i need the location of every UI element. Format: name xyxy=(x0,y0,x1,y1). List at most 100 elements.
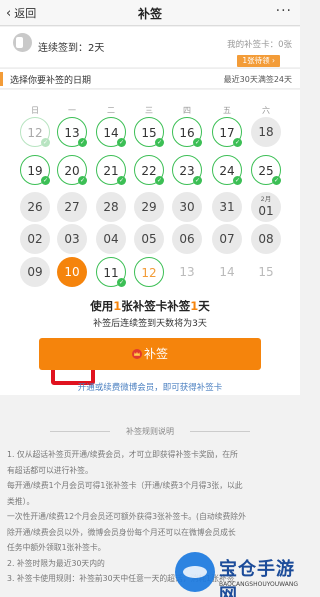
day-number: 14 xyxy=(103,126,119,140)
day-number: 25 xyxy=(258,164,274,178)
weekday-label: 四 xyxy=(183,106,191,115)
day-number: 04 xyxy=(103,232,119,246)
day-number: 17 xyxy=(219,126,235,140)
calendar-day-0-5[interactable]: 17 ✓ xyxy=(212,117,242,147)
calendar-day-0-1[interactable]: 13 ✓ xyxy=(57,117,87,147)
day-number: 27 xyxy=(64,200,80,214)
calendar-day-2-0[interactable]: 26 xyxy=(20,192,50,222)
calendar-day-1-0[interactable]: 19 ✓ xyxy=(20,155,50,185)
calendar-day-4-4[interactable]: 13 xyxy=(172,257,202,287)
calendar-day-1-2[interactable]: 21 ✓ xyxy=(96,155,126,185)
calendar-day-2-6[interactable]: 2月 01 xyxy=(251,192,281,222)
day-number: 11 xyxy=(103,266,119,280)
streak-text: 连续签到：2天 xyxy=(38,43,105,54)
calendar-day-0-2[interactable]: 14 ✓ xyxy=(96,117,126,147)
calendar-day-3-3[interactable]: 05 xyxy=(134,224,164,254)
calendar-day-4-3[interactable]: 12 xyxy=(134,257,164,287)
calendar-day-1-5[interactable]: 24 ✓ xyxy=(212,155,242,185)
day-number: 21 xyxy=(103,164,119,178)
calendar-day-3-1[interactable]: 03 xyxy=(57,224,87,254)
calendar-day-4-0[interactable]: 09 xyxy=(20,257,50,287)
rule-line: 类推）。 xyxy=(7,496,35,506)
calendar-day-2-5[interactable]: 31 xyxy=(212,192,242,222)
day-number: 13 xyxy=(179,265,195,279)
calendar-day-4-5[interactable]: 14 xyxy=(212,257,242,287)
day-number: 24 xyxy=(219,164,235,178)
rule-line: 有超话都可以进行补签。 xyxy=(7,465,93,475)
watermark: 宝仓手游网 BAOCANGSHOUYOUWANG xyxy=(175,552,300,597)
check-icon: ✓ xyxy=(233,176,242,185)
calendar-day-3-2[interactable]: 04 xyxy=(96,224,126,254)
calendar-day-1-3[interactable]: 22 ✓ xyxy=(134,155,164,185)
more-icon[interactable]: ··· xyxy=(276,3,292,19)
accent-bar xyxy=(0,72,3,86)
vip-link[interactable]: 开通或续费微博会员，即可获得补签卡 xyxy=(0,381,300,393)
day-number: 15 xyxy=(141,126,157,140)
calendar-day-3-6[interactable]: 08 xyxy=(251,224,281,254)
check-icon: ✓ xyxy=(155,176,164,185)
calendar-day-2-4[interactable]: 30 xyxy=(172,192,202,222)
rule-line: 一次性开通/续费12个月会员还可额外获得3张补签卡。(自动续费除外 xyxy=(7,512,246,521)
day-number: 09 xyxy=(27,265,43,279)
calendar-day-0-6[interactable]: 18 xyxy=(251,117,281,147)
status-panel: 连续签到：2天 我的补签卡：0张 1张待领 › xyxy=(0,27,300,67)
calendar-day-3-0[interactable]: 02 xyxy=(20,224,50,254)
use-summary: 使用1张补签卡补签1天 xyxy=(0,298,300,314)
calendar-day-1-6[interactable]: 25 ✓ xyxy=(251,155,281,185)
calendar-day-1-1[interactable]: 20 ✓ xyxy=(57,155,87,185)
day-number: 23 xyxy=(179,164,195,178)
rules-title: 补签规则说明 xyxy=(0,426,300,437)
watermark-name: 宝仓手游网 xyxy=(219,559,295,597)
day-number: 10 xyxy=(64,265,80,279)
check-icon: ✓ xyxy=(272,176,281,185)
calendar-day-4-2[interactable]: 11 ✓ xyxy=(96,257,126,287)
day-number: 12 xyxy=(27,126,43,140)
day-number: 12 xyxy=(141,266,157,280)
resign-button[interactable]: 补签 xyxy=(39,338,261,370)
watermark-url: BAOCANGSHOUYOUWANG xyxy=(219,581,299,588)
calendar-day-3-5[interactable]: 07 xyxy=(212,224,242,254)
use-pre: 使用 xyxy=(90,299,114,313)
avatar xyxy=(13,33,32,52)
after-text: 补签后连续签到天数将为3天 xyxy=(93,319,207,329)
weekday-label: 一 xyxy=(68,106,76,115)
check-icon: ✓ xyxy=(155,138,164,147)
calendar-day-0-4[interactable]: 16 ✓ xyxy=(172,117,202,147)
calendar-day-4-6[interactable]: 15 xyxy=(251,257,281,287)
day-number: 03 xyxy=(64,232,80,246)
pending-card-button[interactable]: 1张待领 › xyxy=(237,55,280,67)
nav-bar: ‹ 返回 补签 ··· xyxy=(0,0,300,26)
day-number: 16 xyxy=(179,126,195,140)
weekday-label: 日 xyxy=(31,106,39,115)
day-number: 14 xyxy=(219,265,235,279)
resign-button-label: 补签 xyxy=(143,347,168,361)
check-icon: ✓ xyxy=(41,176,50,185)
rule-line: 除开通/续费会员以外，微博会员身份每个月还可以在微博会员成长 xyxy=(7,527,236,537)
day-number: 13 xyxy=(64,126,80,140)
check-icon: ✓ xyxy=(41,138,50,147)
calendar-day-3-4[interactable]: 06 xyxy=(172,224,202,254)
calendar-day-1-4[interactable]: 23 ✓ xyxy=(172,155,202,185)
weekday-label: 二 xyxy=(107,106,115,115)
weekday-label: 五 xyxy=(223,106,231,115)
day-number: 02 xyxy=(27,232,43,246)
check-icon: ✓ xyxy=(78,176,87,185)
calendar-day-4-1[interactable]: 10 xyxy=(57,257,87,287)
weekday-label: 六 xyxy=(262,106,270,115)
calendar-day-0-0[interactable]: 12 ✓ xyxy=(20,117,50,147)
day-number: 30 xyxy=(179,200,195,214)
day-number: 05 xyxy=(141,232,157,246)
check-icon: ✓ xyxy=(193,176,202,185)
rule-line: 每开通/续费1个月会员可得1张补签卡（开通/续费3个月得3张，以此 xyxy=(7,481,243,490)
day-number: 20 xyxy=(64,164,80,178)
picker-label: 选择你要补签的日期 xyxy=(10,76,92,86)
weekday-label: 三 xyxy=(145,106,153,115)
month-label: 2月 xyxy=(260,195,272,203)
calendar-day-2-2[interactable]: 28 xyxy=(96,192,126,222)
calendar-day-0-3[interactable]: 15 ✓ xyxy=(134,117,164,147)
check-icon: ✓ xyxy=(117,138,126,147)
card-count: 我的补签卡：0张 xyxy=(227,40,292,50)
calendar-day-2-3[interactable]: 29 xyxy=(134,192,164,222)
check-icon: ✓ xyxy=(117,278,126,287)
calendar-day-2-1[interactable]: 27 xyxy=(57,192,87,222)
